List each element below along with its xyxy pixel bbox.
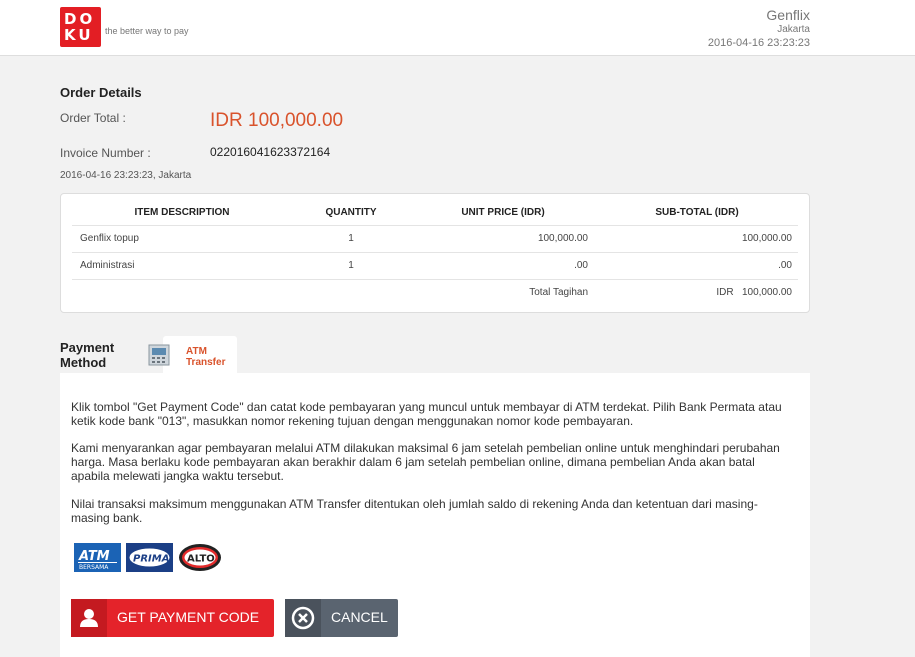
invoice-number-value: 022016041623372164 [210, 145, 331, 159]
logo-text-bottom: KU [64, 26, 94, 44]
item-quantity: 1 [292, 224, 410, 252]
order-items-table: ITEM DESCRIPTION QUANTITY UNIT PRICE (ID… [72, 200, 798, 306]
table-row: Administrasi 1 .00 .00 [72, 251, 798, 279]
tab-label-line2: Transfer [186, 357, 226, 368]
payment-method-label: Payment Method [60, 340, 114, 370]
merchant-city: Jakarta [777, 24, 810, 35]
atm-bersama-subtext: BERSAMA [79, 564, 109, 571]
cancel-button[interactable]: CANCEL [285, 599, 398, 637]
item-description: Administrasi [72, 251, 292, 279]
doku-logo[interactable]: DO KU [60, 7, 101, 47]
instruction-paragraph-1: Klik tombol "Get Payment Code" dan catat… [71, 400, 782, 428]
total-row-spacer [72, 278, 292, 306]
close-icon-box [285, 599, 321, 637]
tab-label-line1: ATM [186, 346, 207, 357]
get-payment-code-label: GET PAYMENT CODE [117, 609, 260, 625]
transaction-datetime: 2016-04-16 23:23:23 [707, 37, 810, 49]
item-quantity: 1 [292, 251, 410, 279]
atm-machine-icon [148, 344, 170, 366]
atm-bersama-logo: ATM BERSAMA [74, 543, 121, 572]
order-total-value: IDR 100,000.00 [210, 110, 344, 131]
total-row-spacer [292, 278, 410, 306]
user-icon-box [71, 599, 107, 637]
user-icon [80, 609, 98, 627]
atm-bersama-text: ATM [78, 549, 110, 564]
payment-method-label-line1: Payment [60, 340, 115, 355]
item-subtotal: .00 [596, 251, 798, 279]
prima-text: PRIMA [133, 554, 169, 565]
close-circle-icon [291, 606, 315, 630]
order-total-label: Order Total : [60, 111, 126, 125]
prima-logo: PRIMA [126, 543, 173, 572]
order-details-title: Order Details [60, 85, 142, 100]
column-header-quantity: QUANTITY [325, 206, 377, 218]
item-unit-price: 100,000.00 [410, 224, 596, 252]
alto-text: ALTO [187, 554, 215, 565]
header: DO KU the better way to pay Genflix Jaka… [0, 0, 915, 56]
total-tagihan-label: Total Tagihan [410, 278, 596, 306]
tab-atm-transfer-label: ATM Transfer [186, 346, 225, 368]
total-row: Total Tagihan IDR 100,000.00 [72, 278, 798, 306]
instruction-paragraph-3: Nilai transaksi maksimum menggunakan ATM… [71, 497, 758, 525]
cancel-label: CANCEL [331, 609, 388, 625]
payment-method-label-line2: Method [60, 355, 107, 370]
payment-panel: Klik tombol "Get Payment Code" dan catat… [60, 373, 810, 657]
total-tagihan-value: IDR 100,000.00 [596, 278, 798, 306]
order-items-box: ITEM DESCRIPTION QUANTITY UNIT PRICE (ID… [60, 193, 810, 313]
logo-text-top: DO [64, 10, 96, 28]
tagline: the better way to pay [105, 26, 189, 36]
column-header-unit-price: UNIT PRICE (IDR) [461, 206, 545, 218]
column-header-item: ITEM DESCRIPTION [134, 206, 230, 218]
order-date-city: 2016-04-16 23:23:23, Jakarta [60, 170, 192, 181]
get-payment-code-button[interactable]: GET PAYMENT CODE [71, 599, 274, 637]
table-header-row: ITEM DESCRIPTION QUANTITY UNIT PRICE (ID… [72, 200, 798, 225]
table-row: Genflix topup 1 100,000.00 100,000.00 [72, 224, 798, 252]
merchant-name: Genflix [766, 7, 810, 23]
instruction-paragraph-2: Kami menyarankan agar pembayaran melalui… [71, 441, 780, 483]
column-header-subtotal: SUB-TOTAL (IDR) [655, 206, 739, 218]
item-description: Genflix topup [72, 224, 292, 252]
item-subtotal: 100,000.00 [596, 224, 798, 252]
item-unit-price: .00 [410, 251, 596, 279]
merchant-info: Genflix Jakarta 2016-04-16 23:23:23 [708, 7, 810, 49]
invoice-number-label: Invoice Number : [60, 146, 151, 160]
alto-logo: ALTO [179, 544, 221, 571]
